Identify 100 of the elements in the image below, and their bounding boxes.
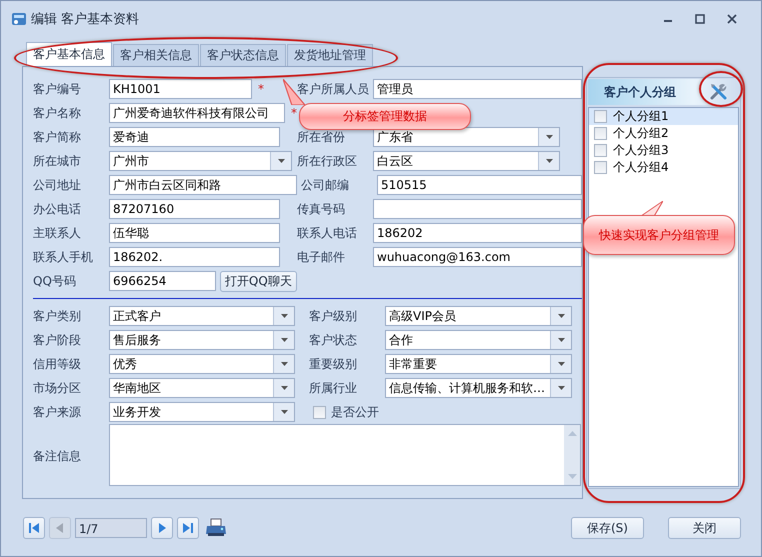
input-field[interactable]: 爱奇迪 xyxy=(109,127,280,147)
dropdown-caret-icon xyxy=(280,410,288,414)
tab[interactable]: 客户相关信息 xyxy=(113,44,199,66)
field-label: 所在行政区 xyxy=(297,152,358,170)
window-app-icon xyxy=(11,11,27,27)
field-label: 客户编号 xyxy=(33,80,82,98)
input-field[interactable]: 186202. xyxy=(109,247,280,267)
field-label: 客户状态 xyxy=(309,332,358,348)
input-field[interactable]: 伍华聪 xyxy=(109,223,280,243)
group-list-item[interactable]: 个人分组3 xyxy=(589,142,738,159)
field-label: 客户所属人员 xyxy=(297,80,370,98)
dropdown[interactable]: 信息传输、计算机服务和软… xyxy=(385,378,572,398)
input-field[interactable]: 广州爱奇迪软件科技有限公司 xyxy=(109,103,285,123)
skip-forward-icon xyxy=(182,522,194,534)
field-label: 所属行业 xyxy=(309,380,358,396)
field-label: 客户名称 xyxy=(33,104,82,122)
callout: 分标签管理数据 xyxy=(299,103,471,130)
callout-pointer xyxy=(641,201,663,216)
dropdown-caret-icon xyxy=(558,338,564,342)
field-label: 联系人电话 xyxy=(297,224,358,242)
skip-back-icon xyxy=(28,522,40,534)
notes-field[interactable] xyxy=(109,424,581,486)
dropdown[interactable]: 广东省 xyxy=(373,127,560,147)
callout: 快速实现客户分组管理 xyxy=(583,215,735,255)
input-field[interactable]: 186202 xyxy=(373,223,582,243)
group-list-item[interactable]: 个人分组1 xyxy=(589,108,738,125)
required-mark: * xyxy=(291,106,297,120)
field-label: 办公电话 xyxy=(33,200,82,218)
dropdown[interactable]: 正式客户 xyxy=(109,306,295,326)
dropdown[interactable]: 华南地区 xyxy=(109,378,295,398)
dropdown-caret-icon xyxy=(558,362,564,366)
tab[interactable]: 客户基本信息 xyxy=(26,42,112,66)
field-label: 所在城市 xyxy=(33,152,82,170)
first-page-button[interactable] xyxy=(23,517,45,539)
input-field[interactable]: KH1001 xyxy=(109,79,252,99)
input-field[interactable]: 510515 xyxy=(377,175,582,195)
open-chat-button[interactable]: 打开QQ聊天 xyxy=(220,270,297,292)
printer-icon[interactable] xyxy=(205,518,227,538)
tools-icon[interactable] xyxy=(709,82,729,102)
dropdown[interactable]: 合作 xyxy=(385,330,572,350)
next-page-button[interactable] xyxy=(151,517,173,539)
field-label: 客户来源 xyxy=(33,404,82,420)
input-field[interactable]: 广州市白云区同和路 xyxy=(109,175,297,195)
maximize-icon[interactable] xyxy=(695,14,705,24)
input-field[interactable]: 6966254 xyxy=(109,271,216,291)
dropdown-caret-icon xyxy=(546,135,552,139)
checkbox-label: 是否公开 xyxy=(331,404,379,420)
scroll-up-icon[interactable] xyxy=(568,431,576,436)
field-label: 客户阶段 xyxy=(33,332,82,348)
scrollbar[interactable] xyxy=(564,425,580,485)
dropdown-caret-icon xyxy=(546,159,552,163)
scroll-down-icon[interactable] xyxy=(568,474,576,479)
window-title: 编辑 客户基本资料 xyxy=(31,11,140,28)
field-label: QQ号码 xyxy=(33,272,77,290)
dropdown-caret-icon xyxy=(558,314,564,318)
dropdown[interactable]: 售后服务 xyxy=(109,330,295,350)
group-list-item[interactable]: 个人分组2 xyxy=(589,125,738,142)
triangle-left-icon xyxy=(54,522,66,534)
field-label: 所在省份 xyxy=(297,128,346,146)
field-label: 信用等级 xyxy=(33,356,82,372)
field-label: 传真号码 xyxy=(297,200,346,218)
field-label: 客户简称 xyxy=(33,128,82,146)
field-label: 联系人手机 xyxy=(33,248,94,266)
dropdown[interactable]: 业务开发 xyxy=(109,402,295,422)
input-field[interactable]: 87207160 xyxy=(109,199,280,219)
dropdown[interactable]: 白云区 xyxy=(373,151,560,171)
dropdown[interactable]: 优秀 xyxy=(109,354,295,374)
group-list-item[interactable]: 个人分组4 xyxy=(589,159,738,176)
checkbox[interactable] xyxy=(313,406,326,418)
field-label: 备注信息 xyxy=(33,448,82,464)
tab[interactable]: 发货地址管理 xyxy=(287,44,373,66)
close-icon[interactable] xyxy=(727,14,737,24)
last-page-button[interactable] xyxy=(177,517,199,539)
field-label: 市场分区 xyxy=(33,380,82,396)
tab[interactable]: 客户状态信息 xyxy=(200,44,286,66)
page-field[interactable]: 1/7 xyxy=(75,518,147,538)
field-label: 客户级别 xyxy=(309,308,358,324)
save-button[interactable]: 保存(S) xyxy=(571,517,644,539)
field-label: 重要级别 xyxy=(309,356,358,372)
input-field[interactable] xyxy=(373,199,582,219)
required-mark: * xyxy=(258,82,264,96)
checkbox[interactable] xyxy=(594,161,607,174)
dropdown-caret-icon xyxy=(278,159,284,163)
dropdown-caret-icon xyxy=(280,386,288,390)
checkbox[interactable] xyxy=(594,144,607,157)
checkbox[interactable] xyxy=(594,127,607,140)
input-field[interactable]: wuhuacong@163.com xyxy=(373,247,582,267)
field-label: 电子邮件 xyxy=(297,248,346,266)
input-field[interactable]: 管理员 xyxy=(373,79,582,99)
dropdown[interactable]: 高级VIP会员 xyxy=(385,306,572,326)
checkbox[interactable] xyxy=(594,110,607,123)
dropdown-caret-icon xyxy=(280,338,288,342)
dropdown[interactable]: 广州市 xyxy=(109,151,292,171)
close-button[interactable]: 关闭 xyxy=(668,517,741,539)
field-label: 客户类别 xyxy=(33,308,82,324)
field-label: 公司地址 xyxy=(33,176,82,194)
dropdown-caret-icon xyxy=(280,314,288,318)
field-label: 公司邮编 xyxy=(301,176,350,194)
dropdown[interactable]: 非常重要 xyxy=(385,354,572,374)
dropdown-caret-icon xyxy=(280,362,288,366)
